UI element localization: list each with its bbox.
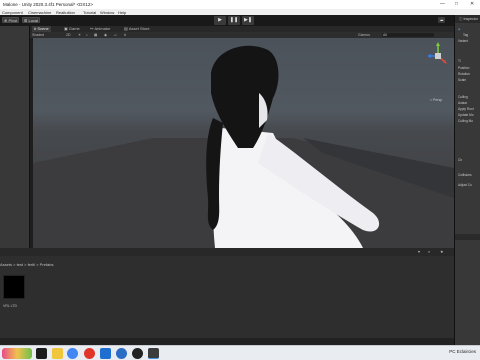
search-icon[interactable]: ⌕ (428, 249, 430, 254)
menu-item-component[interactable]: Component (2, 10, 23, 15)
menu-item-tutorial[interactable]: Tutorial (83, 10, 96, 15)
orientation-gizmo[interactable]: < Persp (425, 40, 451, 102)
scene-render (33, 45, 454, 248)
gameobject-icon: ◈ (458, 27, 461, 31)
play-controls: ▶ ❚❚ ▶❚ (214, 16, 256, 25)
unity-editor-icon[interactable] (148, 348, 159, 359)
play-icon[interactable]: ▶ (214, 16, 226, 25)
inspector-tab-label: Inspector (463, 17, 478, 21)
window-title: Malone - Unity 2020.3.4f1 Personal* <DX1… (3, 2, 94, 7)
unity-hub-icon[interactable] (132, 348, 143, 359)
inspector-tab[interactable]: ⓘ Inspector (455, 15, 480, 23)
desktop-widget-icon[interactable] (2, 348, 32, 359)
audio-icon[interactable]: ♪ (86, 33, 88, 37)
gizmos-dropdown[interactable]: Gizmos (358, 33, 370, 37)
inspector-row-culling: Culling (458, 95, 468, 99)
pivot-label: Pivot (8, 18, 18, 23)
opera-icon[interactable] (84, 348, 95, 359)
preview-header[interactable] (455, 234, 480, 240)
windows-taskbar: PC Eclaircies (0, 345, 480, 360)
inspector-panel: ⓘ Inspector ◈ Tag Variant Ti Position Ro… (454, 15, 480, 345)
inspector-row-ch: Ch (458, 158, 463, 162)
prefab-thumbnail[interactable] (3, 275, 25, 299)
hidden-objects-icon[interactable]: ◉ (104, 33, 107, 37)
tab-asset-store-label: Asset Store (128, 26, 150, 31)
window-titlebar: Malone - Unity 2020.3.4f1 Personal* <DX1… (0, 0, 480, 9)
inspector-row-update-mode: Update Mo (458, 113, 474, 117)
cloud-icon[interactable]: ☁ (438, 17, 445, 23)
scene-search-input[interactable]: All (382, 32, 434, 37)
variant-label: Variant (458, 39, 468, 43)
inspector-row-avatar: Avatar (458, 101, 468, 105)
effects-icon[interactable]: ▦ (94, 33, 97, 37)
edge-icon[interactable] (116, 348, 127, 359)
pivot-toggle[interactable]: ⊕ Pivot (2, 17, 20, 23)
hierarchy-panel (0, 26, 30, 248)
maximize-icon[interactable]: □ (455, 1, 458, 7)
shading-mode-dropdown[interactable]: Shaded (32, 33, 44, 37)
scene-viewport[interactable] (33, 38, 454, 248)
projection-label[interactable]: < Persp (430, 98, 442, 102)
app-icon[interactable] (100, 348, 111, 359)
menu-item-cinemachine[interactable]: Cinemachine (28, 10, 51, 15)
menu-item-window[interactable]: Window (100, 10, 114, 15)
camera-icon[interactable]: ▱ (114, 33, 117, 37)
system-tray[interactable]: PC Eclaircies (449, 349, 476, 354)
prefab-name: VRL LTD (3, 304, 18, 308)
menu-item-realtuition[interactable]: Realtuition (56, 10, 75, 15)
inspector-row-position: Position (458, 66, 470, 70)
inspector-row-apply-root: Apply Root (458, 107, 474, 111)
menu-item-help[interactable]: Help (118, 10, 126, 15)
lighting-icon[interactable]: ☀ (78, 33, 81, 37)
inspector-row-scale: Scale (458, 78, 466, 82)
gizmo-axes (427, 42, 447, 64)
2d-toggle[interactable]: 2D (66, 33, 70, 37)
main-toolbar: ⊕ Pivot ⊞ Local ▶ ❚❚ ▶❚ ☁ (0, 15, 480, 26)
inspector-row-adjust: Adjust Co (458, 183, 472, 187)
add-icon[interactable]: ▾ (418, 249, 420, 254)
project-breadcrumb[interactable]: Assets > test > fertil > Prefabs (0, 262, 120, 268)
star-icon[interactable]: ★ (440, 249, 444, 254)
pause-icon[interactable]: ❚❚ (228, 16, 240, 25)
tab-scene-label: Scene (37, 26, 49, 31)
close-icon[interactable]: ✕ (470, 1, 474, 7)
file-explorer-icon[interactable] (52, 348, 63, 359)
chrome-icon[interactable] (67, 348, 78, 359)
inspector-row-title: Ti (458, 59, 461, 63)
tab-animator-label: Animator (94, 26, 111, 31)
inspector-row-culling-mode: Culling Mo (458, 119, 474, 123)
start-icon[interactable] (36, 348, 47, 359)
inspector-row-collisions: Collisions (458, 173, 472, 177)
status-bar (0, 338, 454, 345)
tag-label: Tag (463, 33, 469, 37)
local-toggle[interactable]: ⊞ Local (22, 17, 41, 23)
inspector-row-rotation: Rotation (458, 72, 470, 76)
minimize-icon[interactable]: — (440, 1, 445, 7)
project-toolbar: ▾ ⌕ ★ (0, 248, 454, 256)
tab-game-label: Game (68, 26, 80, 31)
grid-icon[interactable]: # (124, 33, 126, 37)
local-label: Local (28, 18, 39, 23)
step-icon[interactable]: ▶❚ (242, 16, 254, 25)
